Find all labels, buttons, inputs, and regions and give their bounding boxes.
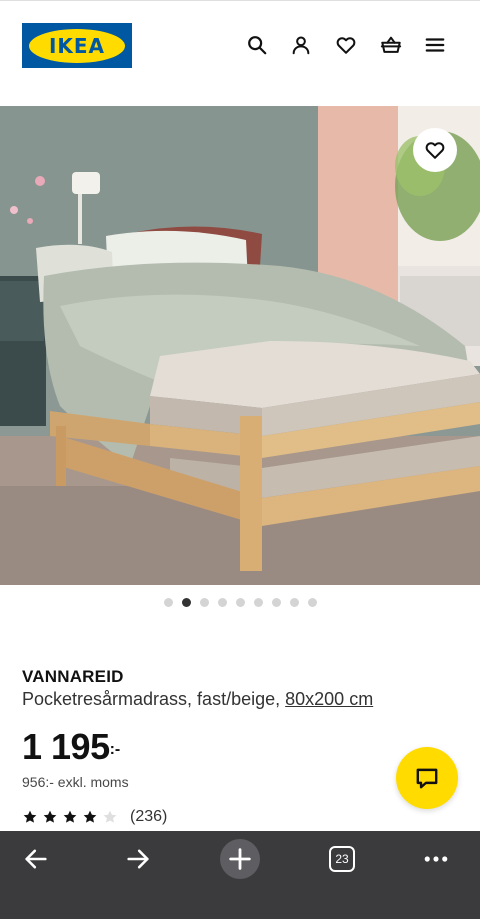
product-type: Pocketresårmadrass, fast/beige, [22,689,281,709]
star-filled-icon [23,810,37,823]
browser-toolbar: 23 [0,831,480,919]
gallery-dot[interactable] [181,598,191,607]
logo-oval: IKEA [29,28,125,63]
bed-scene-illustration [0,106,480,585]
gallery-dot[interactable] [271,598,281,607]
product-name: VANNAREID [22,667,124,686]
star-empty-icon [103,810,117,823]
gallery-pagination [0,598,480,610]
price-suffix: :- [109,741,121,758]
star-filled-icon [63,810,77,823]
product-rating[interactable]: (236) [22,808,167,826]
ikea-logo[interactable]: IKEA [22,23,132,68]
new-tab-icon[interactable] [220,839,260,879]
gallery-dot[interactable] [199,598,209,607]
favourites-icon[interactable] [334,33,358,57]
gallery-dot[interactable] [307,598,317,607]
product-description: Pocketresårmadrass, fast/beige, 80x200 c… [22,689,373,710]
rating-stars [22,809,118,825]
price-ex-vat: 956:- exkl. moms [22,774,129,790]
tabs-icon[interactable]: 23 [318,835,366,883]
product-price: 1 195 :- [22,727,120,767]
price-amount: 1 195 [22,726,110,767]
chat-icon [416,768,438,789]
search-icon[interactable] [245,33,269,57]
forward-arrow-icon[interactable] [114,835,162,883]
site-header: IKEA [0,0,480,106]
gallery-dot[interactable] [253,598,263,607]
rating-count: (236) [130,808,168,825]
account-icon[interactable] [289,33,313,57]
tab-count: 23 [329,846,355,872]
heart-icon [425,142,445,159]
logo-text: IKEA [48,33,106,58]
product-image[interactable] [0,106,480,585]
gallery-dot[interactable] [217,598,227,607]
product-size-link[interactable]: 80x200 cm [285,689,373,709]
gallery-dot[interactable] [163,598,173,607]
basket-icon[interactable] [379,33,403,57]
chat-button[interactable] [396,747,458,809]
menu-icon[interactable] [423,33,447,57]
star-filled-icon [83,810,97,823]
star-filled-icon [43,810,57,823]
more-icon[interactable] [412,835,460,883]
add-to-favourites-button[interactable] [413,128,457,172]
gallery-dot[interactable] [289,598,299,607]
back-arrow-icon[interactable] [12,835,60,883]
gallery-dot[interactable] [235,598,245,607]
